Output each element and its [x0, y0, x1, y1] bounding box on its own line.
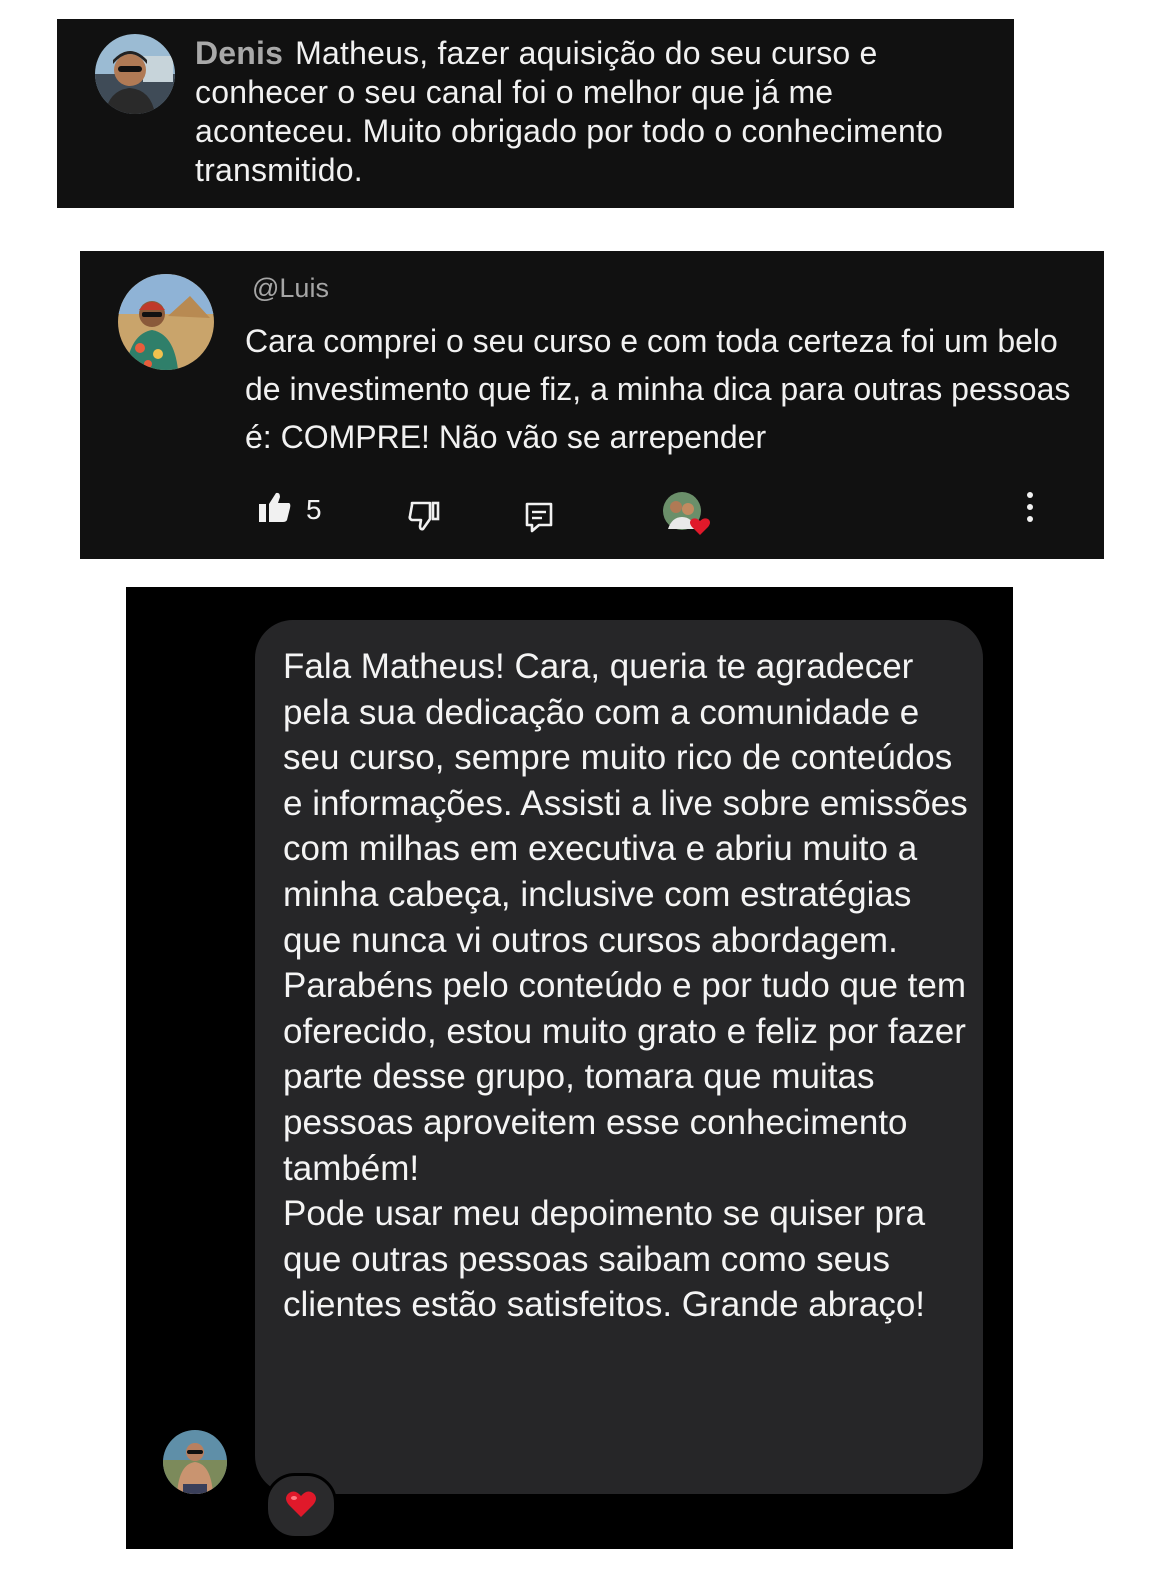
comment-card-denis: Denis Matheus, fazer aquisição do seu cur… — [57, 19, 1014, 208]
comment-actions: 5 — [80, 489, 1104, 539]
dislike-button[interactable] — [408, 501, 440, 536]
message-bubble[interactable]: Fala Matheus! Cara, queria te agradecer … — [255, 620, 983, 1494]
thumb-up-icon — [258, 491, 292, 528]
like-count: 5 — [306, 493, 322, 525]
more-vert-icon — [1025, 491, 1035, 528]
reply-button[interactable] — [524, 501, 554, 538]
avatar-sender[interactable] — [163, 1430, 227, 1494]
creator-heart-icon — [662, 491, 712, 542]
avatar-denis[interactable] — [95, 34, 175, 114]
avatar-luis[interactable] — [118, 274, 214, 370]
author-name[interactable]: Denis — [195, 35, 283, 71]
like-button[interactable]: 5 — [258, 491, 322, 528]
comment-body: Cara comprei o seu curso e com toda cert… — [245, 323, 1071, 455]
chat-card: Fala Matheus! Cara, queria te agradecer … — [126, 587, 1013, 1549]
comment-card-luis: @Luis Cara comprei o seu curso e com tod… — [80, 251, 1104, 559]
heart-reaction[interactable] — [265, 1473, 337, 1539]
creator-heart-badge[interactable] — [662, 491, 712, 542]
more-options-button[interactable] — [1025, 491, 1035, 528]
author-handle[interactable]: @Luis — [252, 273, 329, 304]
comment-text-denis: Denis Matheus, fazer aquisição do seu cur… — [195, 34, 995, 190]
comment-body: Matheus, fazer aquisição do seu curso e … — [195, 35, 944, 188]
message-text: Fala Matheus! Cara, queria te agradecer … — [283, 647, 968, 1325]
reply-icon — [524, 501, 554, 538]
thumb-down-icon — [408, 501, 440, 536]
heart-icon — [285, 1490, 317, 1523]
